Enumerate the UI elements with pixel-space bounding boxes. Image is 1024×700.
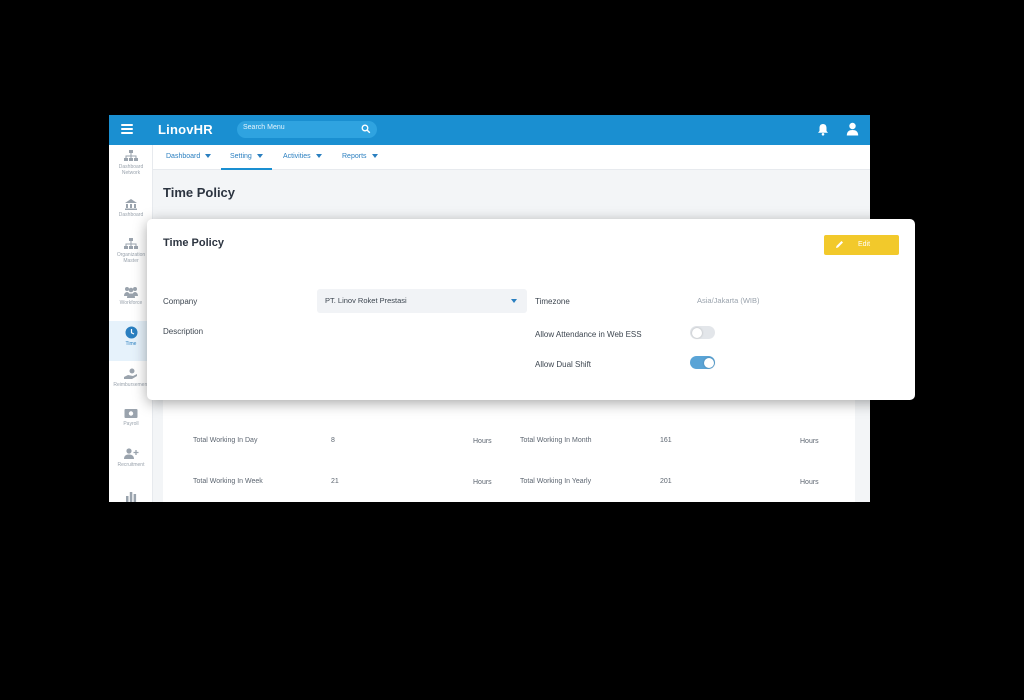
chevron-down-icon [205,154,212,159]
working-hours-card: Total Working In Day 8 Hours Total Worki… [163,385,855,502]
sidebar-item-reports[interactable] [109,485,153,502]
stage: LinovHR Search Menu Dashboard Network Da… [0,0,1024,700]
clock-icon [125,326,137,339]
search-icon[interactable] [361,124,371,134]
allow-dual-shift-toggle[interactable] [690,356,715,369]
tab-activities[interactable]: Activities [283,145,322,170]
org-chart-icon [124,238,138,249]
allow-dual-shift-label: Allow Dual Shift [535,360,592,369]
top-bar: LinovHR Search Menu [109,115,870,145]
company-select-value: PT. Linov Roket Prestasi [325,296,407,305]
tab-label: Setting [230,153,252,160]
sidebar-item-label: Recruitment [117,462,145,468]
money-icon [124,409,138,418]
sidebar-item-label: Payroll [123,421,139,427]
chevron-down-icon [315,154,322,159]
company-select[interactable]: PT. Linov Roket Prestasi [317,289,527,313]
add-user-icon [123,448,138,459]
bell-icon[interactable] [817,123,829,136]
edit-button-label: Edit [858,241,871,248]
total-working-month-unit: Hours [800,438,819,445]
chevron-down-icon [511,299,517,303]
main-nav: Dashboard Setting Activities Reports [153,145,870,170]
total-working-week-label: Total Working In Week [193,478,263,485]
toggle-knob [703,357,714,368]
card-title: Time Policy [163,237,224,249]
total-working-yearly-label: Total Working In Yearly [520,478,592,485]
app-logo[interactable]: LinovHR [158,122,213,137]
total-working-day-label: Total Working In Day [193,437,258,444]
sidebar-item-label: Dashboard Network [118,164,144,176]
people-icon [124,287,138,298]
total-working-week-unit: Hours [473,479,492,486]
description-label: Description [163,327,204,336]
edit-button[interactable]: Edit [824,235,899,255]
time-policy-card: Time Policy Edit Company PT. Linov Roket… [147,219,915,400]
tab-dashboard[interactable]: Dashboard [166,145,212,170]
org-chart-icon [124,150,138,161]
tab-label: Dashboard [166,153,201,160]
menu-icon[interactable] [121,124,133,134]
page-title: Time Policy [163,185,236,200]
total-working-month-value: 161 [660,437,672,444]
allow-web-ess-toggle[interactable] [690,326,715,339]
total-working-day-unit: Hours [473,438,492,445]
total-working-day-value: 8 [331,437,335,444]
sidebar-item-payroll[interactable]: Payroll [109,403,153,443]
tab-setting[interactable]: Setting [221,145,272,170]
chevron-down-icon [256,154,263,159]
toggle-knob [691,327,702,338]
bar-chart-icon [126,492,137,502]
total-working-month-label: Total Working In Month [520,437,592,444]
timezone-value: Asia/Jakarta (WIB) [697,296,760,305]
user-icon[interactable] [846,122,859,136]
allow-web-ess-label: Allow Attendance in Web ESS [535,330,642,339]
chevron-down-icon [371,154,378,159]
total-working-yearly-value: 201 [660,478,672,485]
tab-label: Activities [283,153,311,160]
sidebar-item-dashboard-network[interactable]: Dashboard Network [109,145,153,185]
search-placeholder: Search Menu [243,124,285,131]
tab-reports[interactable]: Reports [342,145,378,170]
company-label: Company [163,297,198,306]
timezone-label: Timezone [535,297,570,306]
sidebar-item-label: Dashboard [118,212,144,218]
pencil-icon [836,241,843,248]
search-input[interactable]: Search Menu [237,121,377,138]
hand-coin-icon [124,368,137,379]
sidebar-item-recruitment[interactable]: Recruitment [109,443,153,483]
total-working-yearly-unit: Hours [800,479,819,486]
building-icon [125,199,137,210]
total-working-week-value: 21 [331,478,339,485]
tab-label: Reports [342,153,367,160]
